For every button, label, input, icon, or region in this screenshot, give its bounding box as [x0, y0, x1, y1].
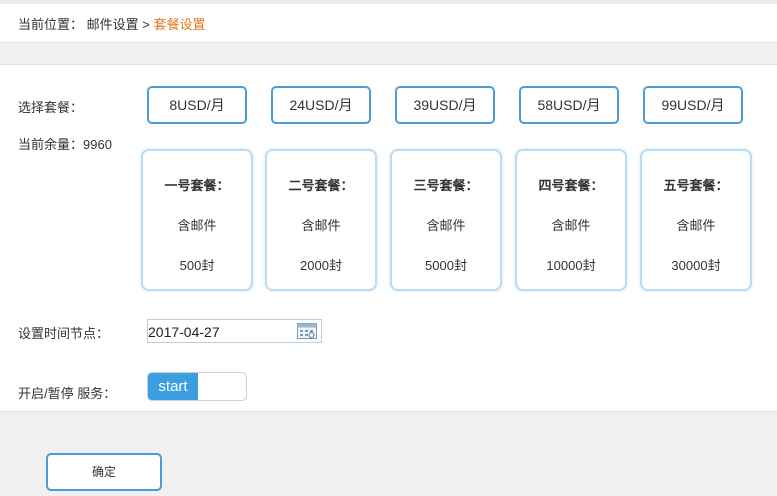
- plan-name: 四号套餐：: [538, 178, 604, 193]
- plan-mail-count: 30000封: [671, 258, 721, 273]
- plan-4-card[interactable]: 四号套餐： 含邮件 10000封: [515, 149, 627, 291]
- date-input[interactable]: 2017-04-27: [147, 319, 322, 343]
- breadcrumb-current: 套餐设置: [153, 17, 206, 32]
- plan-5-button[interactable]: 99USD/月: [643, 86, 743, 124]
- plan-3-button[interactable]: 39USD/月: [395, 86, 495, 124]
- date-value: 2017-04-27: [148, 324, 220, 340]
- footer-area: 确定: [0, 412, 777, 496]
- balance-label: 当前余量：9960: [18, 137, 112, 152]
- plan-1-card[interactable]: 一号套餐： 含邮件 500封: [141, 149, 253, 291]
- service-toggle-label: 开启/暂停 服务：: [18, 386, 117, 401]
- plan-mail-label: 含邮件: [426, 218, 466, 233]
- plan-2-card[interactable]: 二号套餐： 含邮件 2000封: [265, 149, 377, 291]
- plan-settings-panel: 选择套餐： 当前余量：9960 8USD/月 24USD/月 39USD/月 5…: [0, 64, 777, 412]
- plan-5-card[interactable]: 五号套餐： 含邮件 30000封: [640, 149, 752, 291]
- breadcrumb-parent[interactable]: 邮件设置: [87, 17, 139, 32]
- plan-4-button[interactable]: 58USD/月: [519, 86, 619, 124]
- select-plan-label: 选择套餐：: [18, 100, 84, 115]
- calendar-icon[interactable]: [297, 323, 317, 339]
- plan-name: 二号套餐：: [288, 178, 354, 193]
- breadcrumb-separator: >: [142, 17, 150, 32]
- plan-mail-count: 10000封: [546, 258, 596, 273]
- plan-mail-count: 500封: [179, 258, 215, 273]
- breadcrumb: 当前位置： 邮件设置 > 套餐设置: [0, 4, 777, 42]
- confirm-button[interactable]: 确定: [46, 453, 162, 491]
- plan-mail-label: 含邮件: [177, 218, 217, 233]
- section-gap: [0, 42, 777, 64]
- plan-mail-count: 5000封: [425, 258, 467, 273]
- plan-mail-label: 含邮件: [551, 218, 591, 233]
- plan-mail-count: 2000封: [300, 258, 342, 273]
- plan-3-card[interactable]: 三号套餐： 含邮件 5000封: [390, 149, 502, 291]
- plan-name: 三号套餐：: [413, 178, 479, 193]
- plan-mail-label: 含邮件: [676, 218, 716, 233]
- toggle-on-label: start: [148, 373, 198, 400]
- plan-name: 一号套餐：: [164, 178, 230, 193]
- service-toggle[interactable]: start: [147, 372, 247, 401]
- plan-1-button[interactable]: 8USD/月: [147, 86, 247, 124]
- time-node-label: 设置时间节点：: [18, 326, 110, 341]
- plan-name: 五号套餐：: [663, 178, 729, 193]
- breadcrumb-prefix: 当前位置：: [18, 17, 84, 32]
- plan-2-button[interactable]: 24USD/月: [271, 86, 371, 124]
- plan-mail-label: 含邮件: [301, 218, 341, 233]
